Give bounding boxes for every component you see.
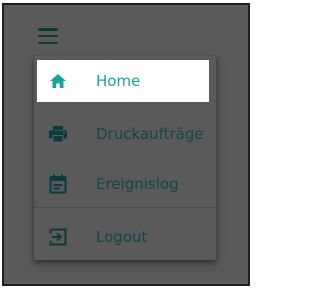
hamburger-menu-icon[interactable] (38, 28, 58, 44)
menu-item-label: Druckaufträge (96, 125, 204, 143)
menu-item-logout[interactable]: Logout (34, 216, 216, 258)
menu-item-event-log[interactable]: Ereignislog (34, 163, 216, 205)
menu-item-label: Home (96, 72, 141, 90)
menu-item-label: Logout (96, 228, 148, 246)
printer-icon (48, 124, 68, 144)
home-icon (48, 71, 68, 91)
navigation-menu: Home Druckaufträge Ereignislog Logout (34, 56, 216, 260)
logout-icon (48, 227, 68, 247)
menu-item-label: Ereignislog (96, 175, 179, 193)
menu-divider (34, 207, 216, 208)
menu-item-home[interactable]: Home (37, 60, 209, 102)
app-frame: Home Druckaufträge Ereignislog Logout (2, 3, 250, 286)
calendar-icon (48, 174, 68, 194)
menu-item-print-jobs[interactable]: Druckaufträge (34, 113, 216, 155)
